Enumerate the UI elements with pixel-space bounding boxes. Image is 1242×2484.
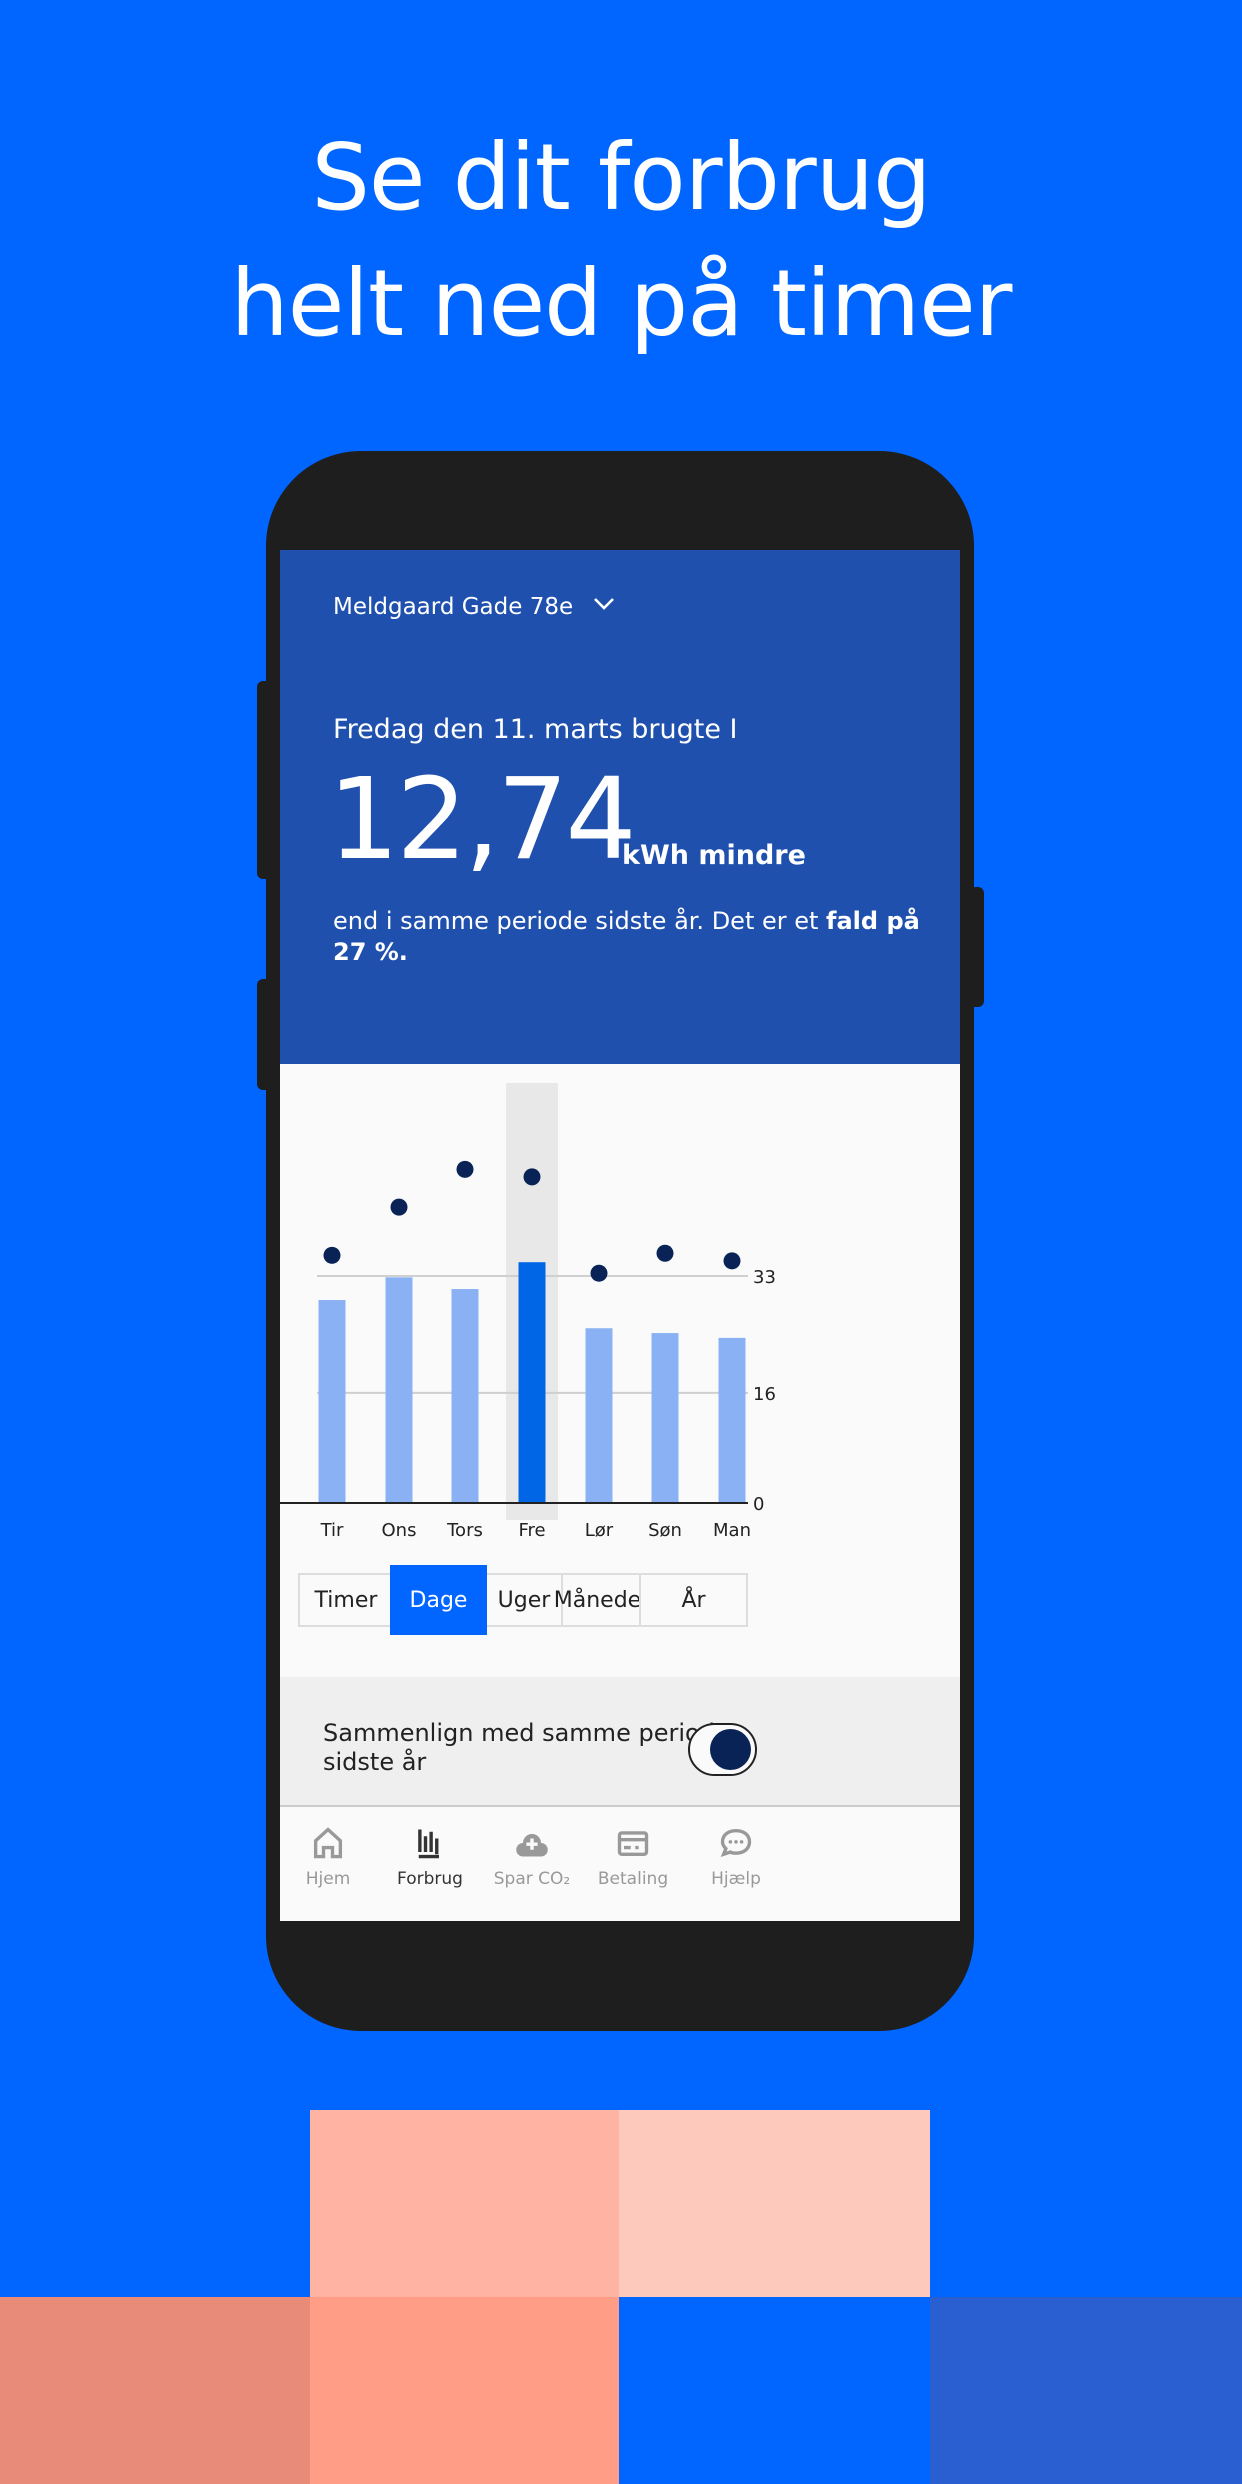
x-tick-label: Tir	[320, 1520, 344, 1541]
y-tick-label: 33	[753, 1267, 776, 1288]
dot-søn	[656, 1244, 674, 1262]
toggle-knob	[710, 1729, 751, 1770]
bar-tors	[451, 1289, 479, 1503]
segment-dage[interactable]: Dage	[390, 1565, 487, 1635]
bar-man	[718, 1337, 746, 1503]
tab-label: Hjælp	[711, 1869, 761, 1889]
description-text: end i samme periode sidste år. Det er et	[333, 907, 827, 935]
home-icon	[313, 1827, 343, 1859]
dot-fre	[523, 1168, 541, 1186]
x-tick-label: Lør	[585, 1520, 614, 1541]
bar-fre	[518, 1262, 546, 1503]
credit-card-icon	[617, 1831, 649, 1856]
x-tick-label: Man	[713, 1520, 751, 1541]
tab-label: Spar CO₂	[493, 1869, 571, 1889]
dot-lør	[590, 1264, 608, 1282]
decor-block	[930, 2297, 1242, 2484]
dot-tir	[323, 1246, 341, 1264]
address-selector[interactable]: Meldgaard Gade 78e	[333, 594, 573, 620]
headline-line1: Se dit forbrug	[311, 124, 932, 231]
compare-label: Sammenlign med samme periode sidste år	[323, 1719, 730, 1776]
y-tick-label: 16	[753, 1384, 776, 1405]
bar-søn	[651, 1333, 679, 1503]
bar-tir	[318, 1300, 346, 1503]
tab-label: Forbrug	[397, 1869, 463, 1889]
compare-section: Sammenlign med samme periode sidste år	[280, 1677, 960, 1807]
dot-ons	[390, 1198, 408, 1216]
tab-credit-card[interactable]: Betaling	[578, 1815, 688, 1889]
dot-man	[723, 1252, 741, 1270]
chevron-down-icon[interactable]	[592, 592, 616, 622]
usage-intro: Fredag den 11. marts brugte I	[333, 714, 738, 745]
bar-ons	[385, 1277, 413, 1503]
compare-toggle[interactable]	[688, 1723, 757, 1776]
headline-line2: helt ned på timer	[230, 250, 1012, 357]
usage-header: Meldgaard Gade 78e Fredag den 11. marts …	[280, 550, 960, 1064]
usage-value: 12,74	[328, 755, 637, 885]
tab-home[interactable]: Hjem	[280, 1815, 383, 1889]
tab-label: Hjem	[305, 1869, 351, 1889]
decor-block	[0, 2297, 310, 2484]
decor-block	[310, 2297, 619, 2484]
y-tick-label: 0	[753, 1494, 764, 1515]
segment-uger[interactable]: Uger	[483, 1573, 565, 1627]
tab-cloud-plus[interactable]: Spar CO₂	[477, 1815, 587, 1889]
chat-bubble-icon	[720, 1828, 752, 1858]
x-tick-label: Ons	[382, 1520, 417, 1541]
decor-block	[310, 2110, 619, 2297]
segment-år[interactable]: År	[639, 1573, 748, 1627]
x-tick-label: Tors	[446, 1520, 483, 1541]
segment-måneder[interactable]: Måneder	[554, 1573, 650, 1627]
tab-bar-chart[interactable]: Forbrug	[375, 1815, 485, 1889]
tab-label: Betaling	[597, 1869, 669, 1889]
tab-chat-bubble[interactable]: Hjælp	[681, 1815, 791, 1889]
headline: Se dit forbrug helt ned på timer	[0, 115, 1242, 367]
usage-chart: 0 16 33 Tir Ons Tors Fre Lør Søn Man	[280, 1083, 776, 1541]
usage-description: end i samme periode sidste år. Det er et…	[333, 906, 933, 968]
x-tick-label: Søn	[648, 1520, 682, 1541]
usage-unit: kWh mindre	[622, 840, 806, 871]
bar-lør	[585, 1328, 613, 1503]
x-tick-label: Fre	[518, 1520, 545, 1541]
bar-chart-icon	[418, 1829, 439, 1859]
app-screen: Meldgaard Gade 78e Fredag den 11. marts …	[280, 550, 960, 1921]
dot-tors	[456, 1160, 474, 1178]
cloud-plus-icon	[516, 1834, 548, 1857]
segment-timer[interactable]: Timer	[298, 1573, 394, 1627]
decor-block	[619, 2110, 930, 2297]
